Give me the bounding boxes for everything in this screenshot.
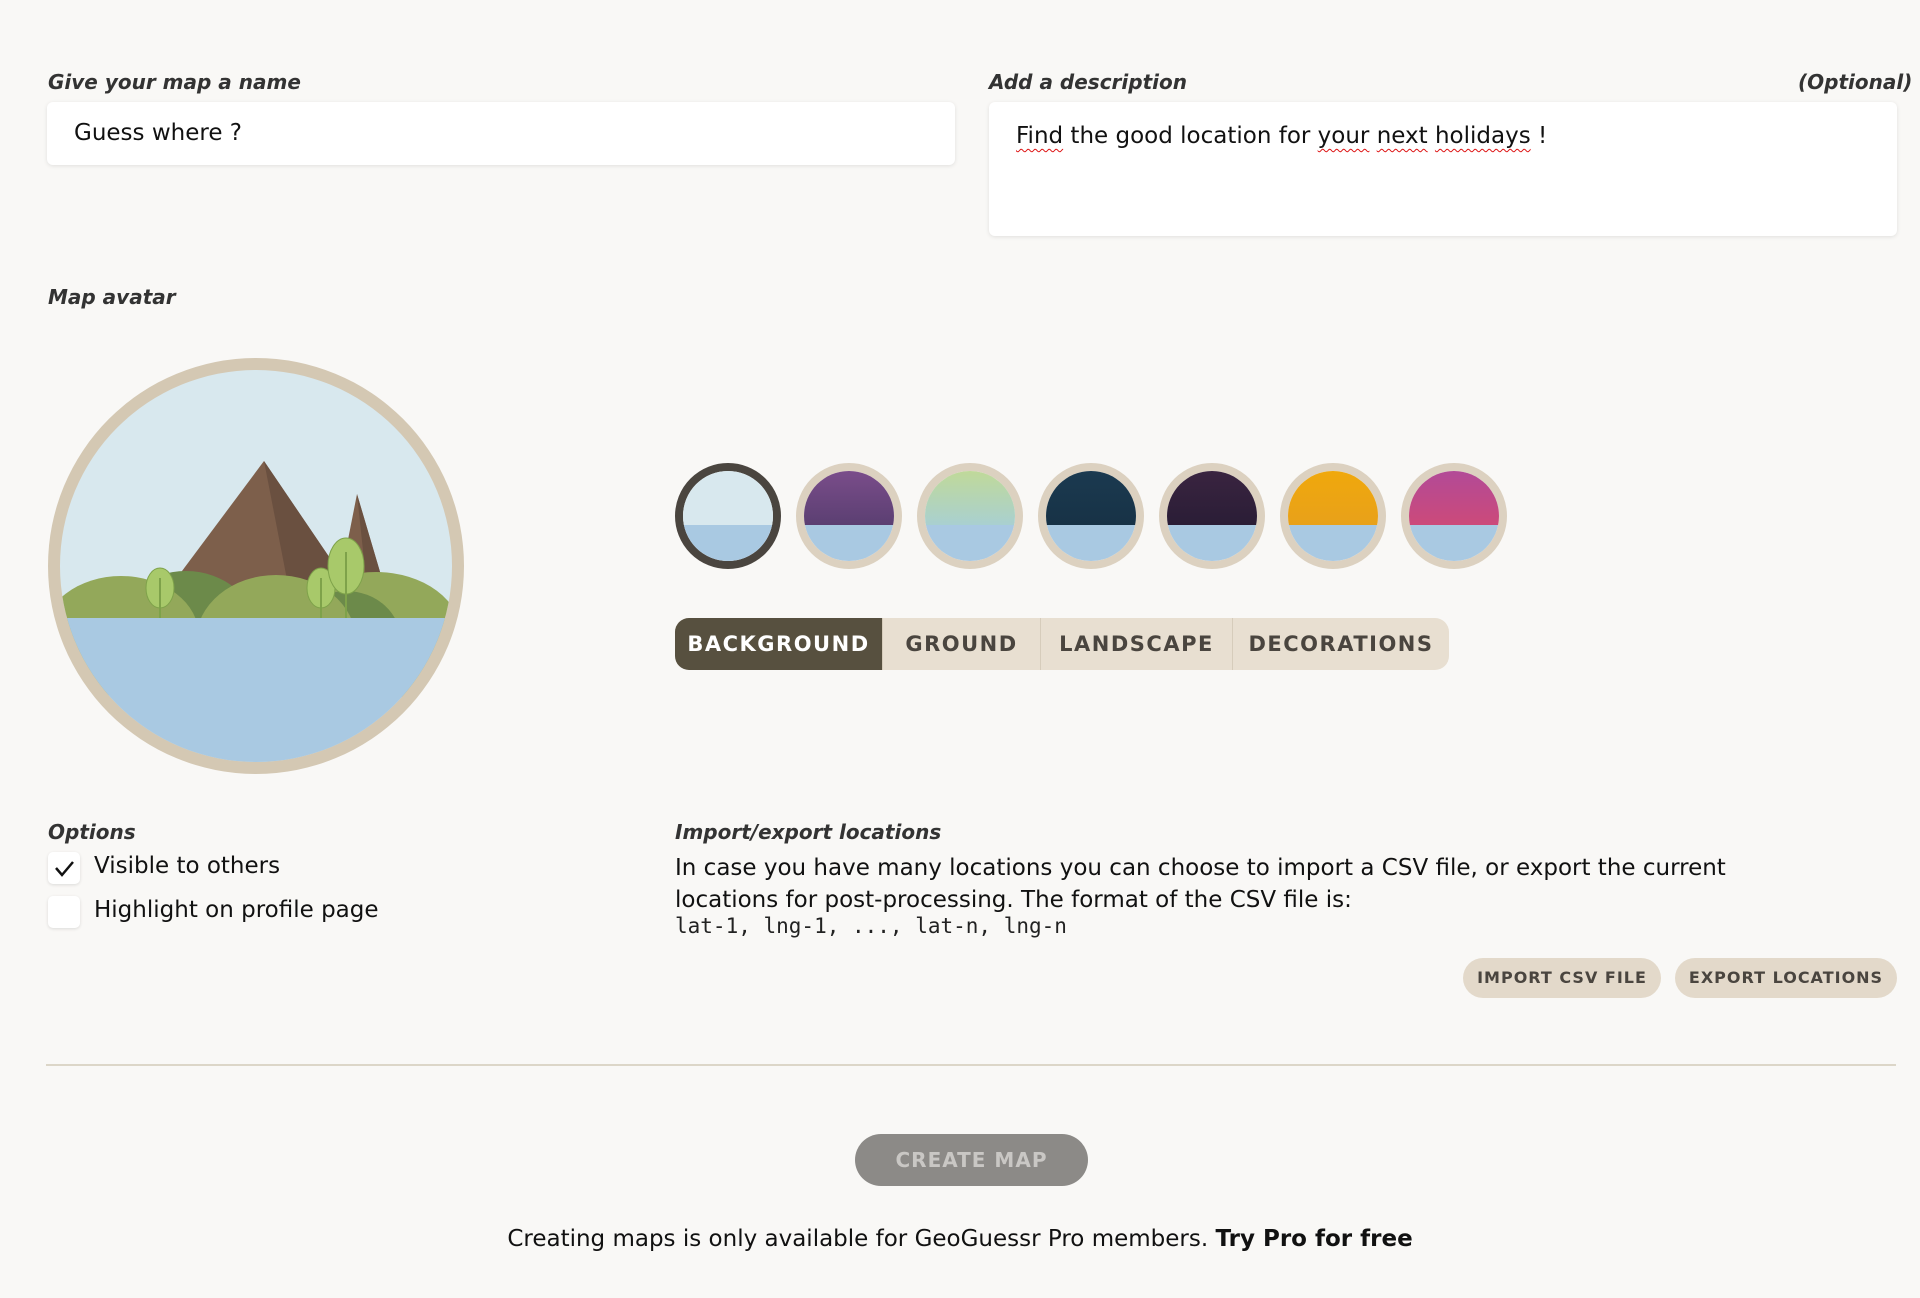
description-word: your <box>1317 123 1370 149</box>
optional-label: (Optional) <box>1798 70 1913 94</box>
visible-to-others-checkbox[interactable] <box>48 852 80 884</box>
description-text: ! <box>1530 123 1548 149</box>
map-name-label: Give your map a name <box>48 70 301 94</box>
swatch-water <box>1288 525 1378 561</box>
options-label: Options <box>48 820 136 844</box>
import-export-description: In case you have many locations you can … <box>675 855 1726 913</box>
background-swatch[interactable] <box>1038 463 1144 569</box>
map-name-input[interactable]: Guess where ? <box>47 102 955 165</box>
visible-to-others-label: Visible to others <box>94 853 281 879</box>
swatch-sky <box>1409 471 1499 525</box>
tab-decorations[interactable]: DECORATIONS <box>1233 618 1449 670</box>
swatch-water <box>1167 525 1257 561</box>
swatch-water <box>683 525 773 561</box>
pro-notice-text: Creating maps is only available for GeoG… <box>507 1226 1216 1252</box>
swatch-sky <box>804 471 894 525</box>
description-word: next <box>1376 123 1428 149</box>
description-textarea[interactable]: Find the good location for your next hol… <box>989 102 1897 236</box>
background-swatch[interactable] <box>675 463 781 569</box>
highlight-profile-label: Highlight on profile page <box>94 897 379 923</box>
map-avatar-label: Map avatar <box>48 285 176 309</box>
description-label: Add a description <box>989 70 1187 94</box>
export-locations-button[interactable]: EXPORT LOCATIONS <box>1675 958 1897 998</box>
swatch-sky <box>1167 471 1257 525</box>
tab-background[interactable]: BACKGROUND <box>675 618 883 670</box>
swatch-sky <box>1046 471 1136 525</box>
import-export-label: Import/export locations <box>675 820 942 844</box>
create-map-button[interactable]: CREATE MAP <box>855 1134 1088 1186</box>
swatch-sky <box>925 471 1015 525</box>
description-word: holidays <box>1434 123 1531 149</box>
swatch-water <box>1409 525 1499 561</box>
description-text <box>1369 123 1376 149</box>
checkmark-icon <box>55 861 74 877</box>
tab-ground[interactable]: GROUND <box>883 618 1041 670</box>
swatch-sky <box>1288 471 1378 525</box>
map-avatar-preview <box>48 358 464 774</box>
avatar-tabs: BACKGROUND GROUND LANDSCAPE DECORATIONS <box>675 618 1449 670</box>
description-text <box>1428 123 1435 149</box>
map-name-value: Guess where ? <box>74 120 242 146</box>
highlight-profile-checkbox[interactable] <box>48 896 80 928</box>
swatch-sky <box>683 471 773 525</box>
background-swatch[interactable] <box>1280 463 1386 569</box>
try-pro-link[interactable]: Try Pro for free <box>1215 1226 1412 1252</box>
swatch-water <box>1046 525 1136 561</box>
divider <box>46 1064 1896 1066</box>
background-swatch[interactable] <box>1401 463 1507 569</box>
pro-notice: Creating maps is only available for GeoG… <box>0 1226 1920 1252</box>
swatch-water <box>804 525 894 561</box>
description-word: Find <box>1016 123 1064 149</box>
background-swatch[interactable] <box>796 463 902 569</box>
swatch-water <box>925 525 1015 561</box>
tab-landscape[interactable]: LANDSCAPE <box>1041 618 1233 670</box>
background-swatch[interactable] <box>1159 463 1265 569</box>
import-csv-button[interactable]: IMPORT CSV FILE <box>1463 958 1661 998</box>
description-text: the good location for <box>1063 123 1318 149</box>
background-swatch[interactable] <box>917 463 1023 569</box>
csv-format: lat-1, lng-1, ..., lat-n, lng-n <box>675 914 1067 938</box>
